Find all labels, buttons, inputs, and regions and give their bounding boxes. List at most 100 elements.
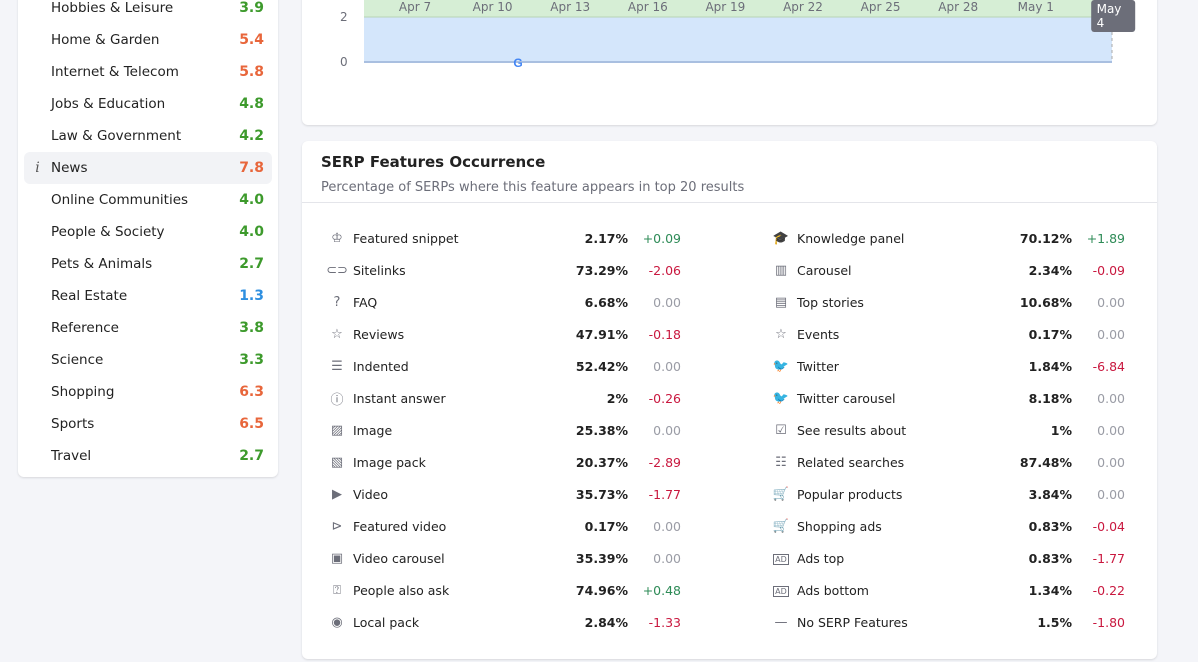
dash-icon: — — [774, 614, 788, 630]
feature-label: Sitelinks — [353, 262, 406, 278]
sidebar-item-label: Sports — [51, 416, 95, 432]
feature-delta: 0.00 — [653, 422, 681, 438]
feature-percent: 35.73% — [575, 486, 628, 502]
sidebar-item[interactable]: Home & Garden 5.4 — [24, 24, 272, 56]
serp-feature-row: ☑ See results about 1% 0.00 — [769, 414, 1125, 446]
trend-chart-card: G 0 2 Apr 7 Apr 10 Apr 13 Apr 16 Apr 19 Apr 22 A… — [302, 0, 1157, 125]
sidebar-item[interactable]: Travel 2.7 — [24, 440, 272, 472]
link-icon: ⊂⊃ — [326, 262, 348, 278]
ads-bottom-icon: AD — [773, 585, 789, 597]
feature-delta: 0.00 — [1097, 294, 1125, 310]
x-tick-label: May 1 — [1017, 0, 1054, 14]
feature-delta: 0.00 — [1097, 486, 1125, 502]
sidebar-item[interactable]: i News 7.8 — [24, 152, 272, 184]
video-carousel-icon: ▣ — [330, 550, 344, 566]
sidebar-item-value: 2.7 — [239, 448, 264, 464]
feature-delta: 0.00 — [1097, 326, 1125, 342]
sidebar-item[interactable]: People & Society 4.0 — [24, 216, 272, 248]
feature-label: Indented — [353, 358, 409, 374]
google-update-icon[interactable]: G — [513, 56, 522, 70]
x-tick-label: Apr 19 — [705, 0, 746, 14]
sidebar-item[interactable]: Real Estate 1.3 — [24, 280, 272, 312]
sidebar-item[interactable]: Hobbies & Leisure 3.9 — [24, 0, 272, 24]
sidebar-item-value: 6.3 — [239, 384, 264, 400]
sidebar-item-value: 4.2 — [239, 128, 264, 144]
serp-feature-row: ? FAQ 6.68% 0.00 — [325, 286, 681, 318]
sidebar-item-value: 2.7 — [239, 256, 264, 272]
feature-delta: 0.00 — [653, 518, 681, 534]
sidebar-item[interactable]: Internet & Telecom 5.8 — [24, 56, 272, 88]
serp-feature-row: AD Ads top 0.83% -1.77 — [769, 542, 1125, 574]
info-icon[interactable]: i — [24, 160, 51, 176]
feature-label: Ads top — [797, 550, 845, 566]
feature-percent: 35.39% — [575, 550, 628, 566]
sidebar-item[interactable]: Shopping 6.3 — [24, 376, 272, 408]
feature-percent: 47.91% — [575, 326, 628, 342]
serp-feature-row: ☷ Related searches 87.48% 0.00 — [769, 446, 1125, 478]
sidebar-item-value: 5.8 — [239, 64, 264, 80]
serp-feature-row: ▥ Carousel 2.34% -0.09 — [769, 254, 1125, 286]
location-pin-icon: ◉ — [331, 614, 343, 630]
feature-delta: -1.77 — [648, 486, 681, 502]
news-icon: ▤ — [774, 294, 788, 310]
sidebar-item[interactable]: Reference 3.8 — [24, 312, 272, 344]
feature-label: Events — [797, 326, 840, 342]
feature-percent: 6.68% — [584, 294, 628, 310]
sidebar-item-label: People & Society — [51, 224, 165, 240]
serp-feature-row: 🛒 Popular products 3.84% 0.00 — [769, 478, 1125, 510]
feature-label: Top stories — [797, 294, 864, 310]
feature-percent: 0.17% — [1028, 326, 1072, 342]
question-circle-icon: ⓘ — [330, 392, 344, 408]
feature-delta: -1.80 — [1092, 614, 1125, 630]
sidebar-item-value: 4.0 — [239, 224, 264, 240]
x-tick-label: Apr 13 — [550, 0, 591, 14]
serp-feature-row: ♔ Featured snippet 2.17% +0.09 — [325, 222, 681, 254]
feature-percent: 1% — [1050, 422, 1072, 438]
sidebar-item[interactable]: Sports 6.5 — [24, 408, 272, 440]
sidebar-item-value: 1.3 — [239, 288, 264, 304]
video-icon: ▶ — [332, 486, 342, 502]
x-tick-label: Apr 16 — [627, 0, 668, 14]
feature-delta: +1.89 — [1086, 230, 1125, 246]
ads-top-icon: AD — [773, 553, 789, 565]
feature-label: Twitter — [797, 358, 839, 374]
sidebar-item-value: 6.5 — [239, 416, 264, 432]
sidebar-item-label: Hobbies & Leisure — [51, 0, 174, 16]
sidebar-item[interactable]: Jobs & Education 4.8 — [24, 88, 272, 120]
serp-feature-row: — No SERP Features 1.5% -1.80 — [769, 606, 1126, 638]
feature-percent: 52.42% — [575, 358, 628, 374]
feature-percent: 0.83% — [1028, 518, 1072, 534]
serp-title: SERP Features Occurrence — [321, 153, 546, 171]
feature-percent: 8.18% — [1028, 390, 1072, 406]
y-tick-label: 2 — [340, 10, 348, 24]
area-series-1 — [364, 17, 1112, 62]
sidebar-item-label: Real Estate — [51, 288, 128, 304]
feature-delta: 0.00 — [653, 550, 681, 566]
serp-feature-row: ☆ Reviews 47.91% -0.18 — [325, 318, 681, 350]
feature-delta: +0.48 — [642, 582, 681, 598]
feature-delta: 0.00 — [653, 294, 681, 310]
feature-percent: 1.84% — [1028, 358, 1072, 374]
feature-percent: 0.17% — [584, 518, 628, 534]
sidebar-item-value: 4.8 — [239, 96, 264, 112]
x-tick-label: Apr 28 — [938, 0, 979, 14]
feature-percent: 1.5% — [1037, 614, 1072, 630]
feature-label: Related searches — [797, 454, 905, 470]
sidebar-item[interactable]: Law & Government 4.2 — [24, 120, 272, 152]
feature-delta: -6.84 — [1092, 358, 1125, 374]
sidebar-item-value: 4.0 — [239, 192, 264, 208]
divider — [302, 202, 1157, 203]
sidebar-item[interactable]: Pets & Animals 2.7 — [24, 248, 272, 280]
sidebar-item[interactable]: Science 3.3 — [24, 344, 272, 376]
sidebar-item[interactable]: Online Communities 4.0 — [24, 184, 272, 216]
serp-feature-row: ☆ Events 0.17% 0.00 — [769, 318, 1125, 350]
twitter-carousel-icon: 🐦 — [772, 390, 790, 406]
serp-feature-row: ⓘ Instant answer 2% -0.26 — [325, 382, 681, 414]
feature-label: Video carousel — [353, 550, 445, 566]
serp-feature-row: 🎓 Knowledge panel 70.12% +1.89 — [769, 222, 1125, 254]
feature-label: Image — [353, 422, 393, 438]
serp-feature-row: AD Ads bottom 1.34% -0.22 — [769, 574, 1125, 606]
feature-delta: -0.09 — [1092, 262, 1125, 278]
sidebar-item-label: Reference — [51, 320, 119, 336]
y-tick-label: 0 — [340, 55, 348, 69]
